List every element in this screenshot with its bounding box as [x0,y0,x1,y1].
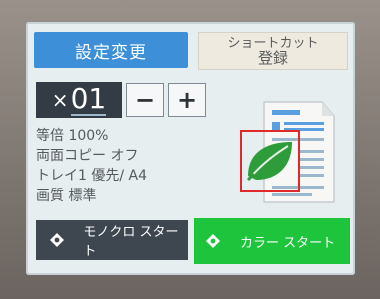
shortcut-label-line2: 登録 [257,49,288,67]
quality-setting: 画質 標準 [36,188,97,204]
start-diamond-icon [204,232,222,250]
mono-start-label: モノクロ スタート [83,225,179,259]
tray-setting: トレイ1 優先/ A4 [36,168,148,184]
leaf-icon [246,142,292,182]
color-start-button[interactable]: カラー スタート [194,218,350,264]
copy-count-value: 01 [70,82,107,116]
settings-change-button[interactable]: 設定変更 [34,32,188,68]
settings-change-label: 設定変更 [75,42,147,63]
minus-icon: − [134,86,156,114]
plus-icon: + [176,86,198,114]
eco-mode-highlight[interactable] [240,130,300,192]
duplex-setting: 両面コピー オフ [36,148,139,164]
zoom-setting: 等倍 100% [36,128,109,144]
mono-start-button[interactable]: モノクロ スタート [36,220,188,260]
copy-count-prefix: × [51,88,69,112]
color-start-label: カラー スタート [240,235,336,251]
copy-count-field[interactable]: × 01 [36,82,122,118]
copy-settings-summary[interactable]: 等倍 100% 両面コピー オフ トレイ1 優先/ A4 画質 標準 [36,126,236,206]
decrease-copies-button[interactable]: − [126,83,164,117]
touch-screen: 設定変更 ショートカット 登録 × 01 − + 等倍 100% 両面コピー オ… [26,22,355,275]
start-diamond-icon [48,231,65,249]
shortcut-register-button[interactable]: ショートカット 登録 [198,32,348,70]
increase-copies-button[interactable]: + [168,83,206,117]
